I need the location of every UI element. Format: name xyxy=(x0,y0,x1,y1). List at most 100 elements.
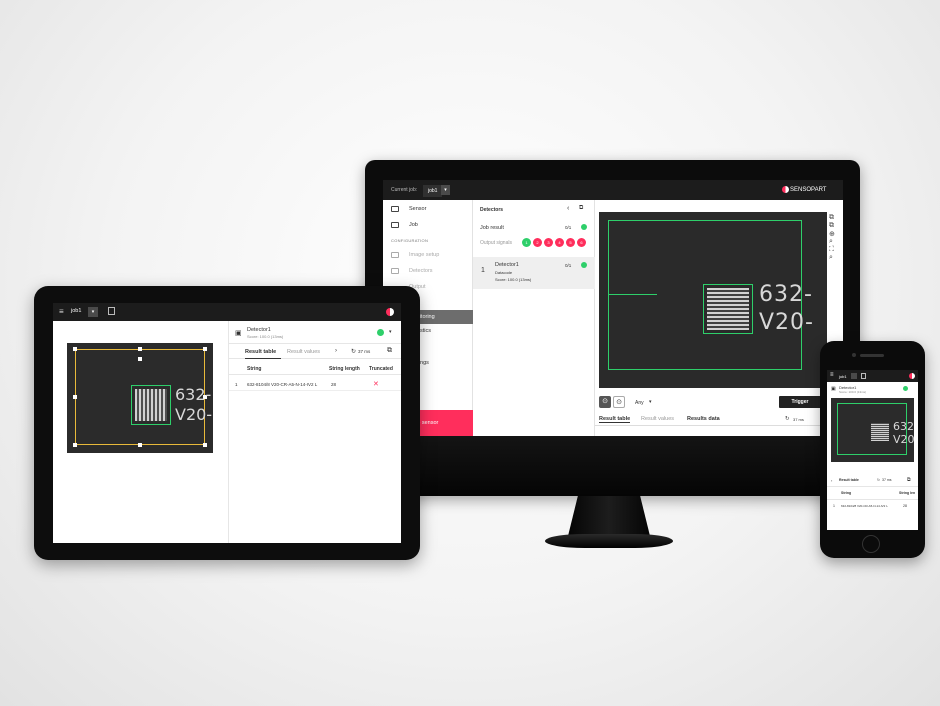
tablet-screen: ≡ job1 ▾ 632- V20- ▣ Detector1 Score: 10… xyxy=(53,303,401,543)
external-link-icon[interactable]: ⧉ xyxy=(387,347,392,355)
nav-item-detectors[interactable]: Detectors xyxy=(409,268,433,274)
monitor-stand-base xyxy=(545,534,673,548)
chevron-right-icon[interactable]: › xyxy=(335,348,337,354)
detector-type: Datacode xyxy=(495,270,513,275)
table-header: String String length Truncated xyxy=(229,361,401,375)
nav-section-configuration: CONFIGURATION xyxy=(391,238,429,243)
result-tabs: Result table Result values › ↻ 37 ms ⧉ xyxy=(229,343,401,359)
detector-ok-icon xyxy=(581,262,587,268)
phone-camera xyxy=(852,353,856,357)
collapse-icon[interactable]: ‹ xyxy=(567,205,569,212)
roi-handle[interactable] xyxy=(73,443,77,447)
roi-handle[interactable] xyxy=(138,347,142,351)
refresh-icon[interactable]: ↻ xyxy=(351,348,356,355)
row-index: 1 xyxy=(235,382,238,387)
divider xyxy=(827,486,918,487)
detector-score: Score: 100.0 (13ms) xyxy=(495,277,532,282)
tab-result-table[interactable]: Result table xyxy=(599,416,631,423)
record-icon[interactable]: ⊙ xyxy=(599,396,611,408)
tab-result-values[interactable]: Result values xyxy=(641,416,674,422)
phone-screen: ≡ job1 ▣ Detector1 Score: 100.0 (13ms) 6… xyxy=(827,370,918,530)
roi-handle[interactable] xyxy=(203,443,207,447)
col-string-length: String length xyxy=(329,366,360,372)
refresh-icon[interactable]: ↻ xyxy=(785,416,790,422)
search-icon[interactable]: ⌕ xyxy=(829,238,839,246)
detector-score: Score: 100.0 (13ms) xyxy=(839,390,867,394)
roi-handle[interactable] xyxy=(73,347,77,351)
timing-label: 37 ms xyxy=(882,478,892,482)
save-icon[interactable] xyxy=(861,373,866,379)
tab-result-table[interactable]: Result table xyxy=(839,478,859,482)
roi-handle[interactable] xyxy=(73,395,77,399)
sensopart-logo-icon xyxy=(909,373,915,379)
live-image[interactable]: 632- V20- xyxy=(599,212,827,388)
roi-handle[interactable] xyxy=(138,443,142,447)
any-select[interactable]: Any xyxy=(635,400,644,406)
tablet-image-panel: 632- V20- xyxy=(53,321,229,543)
detector-ok-icon xyxy=(377,329,384,336)
job-select[interactable]: job1 xyxy=(839,374,847,379)
roi-rotate-handle[interactable] xyxy=(138,357,142,361)
external-link-icon[interactable]: ⧉ xyxy=(907,477,911,483)
output-signal-6: 6 xyxy=(577,238,586,247)
search-arrow xyxy=(609,294,657,295)
timing-label: 37 ms xyxy=(793,417,804,422)
copy-icon[interactable]: ⧉ xyxy=(829,222,839,230)
trigger-button[interactable]: Trigger xyxy=(779,396,821,408)
save-icon[interactable] xyxy=(108,307,115,315)
nav-item-job[interactable]: Job xyxy=(409,222,418,228)
target-icon[interactable]: ⊙ xyxy=(613,396,625,408)
live-image[interactable]: 632- V20- xyxy=(831,398,914,462)
col-string-length: String len xyxy=(899,491,916,495)
output-signals-label: Output signals xyxy=(480,240,512,246)
etched-text-line1: 632- xyxy=(759,282,813,307)
tab-underline xyxy=(245,358,281,359)
nav-item-sensor[interactable]: Sensor xyxy=(409,206,426,212)
table-row[interactable]: 1 632-8104/8 V20-CR-A5-N-14-IV2 L 28 ✕ xyxy=(229,377,401,391)
monitor-screen: Current job: job1 ▾ SENSOPART Sensor Job… xyxy=(383,180,843,436)
monitor-chin xyxy=(365,436,860,496)
job-result-label: Job result xyxy=(480,225,504,231)
nav-item-image-setup[interactable]: Image setup xyxy=(409,252,439,258)
row-string: 632-8104/8 V20-CR-A5-N-14-IV2 L xyxy=(841,504,888,508)
external-link-icon[interactable]: ⧉ xyxy=(829,214,839,222)
chevron-left-icon[interactable]: ‹ xyxy=(831,478,832,483)
chevron-down-icon[interactable]: ▾ xyxy=(389,329,392,335)
tab-results-data[interactable]: Results data xyxy=(687,416,720,422)
monitor-stand-neck xyxy=(568,496,650,536)
job-select[interactable]: job1 xyxy=(423,185,443,197)
detector-name: Detector1 xyxy=(247,327,271,333)
menu-icon[interactable]: ≡ xyxy=(59,307,64,316)
tab-result-table[interactable]: Result table xyxy=(245,349,276,355)
refresh-icon[interactable]: ↻ xyxy=(877,478,880,482)
viewer-toolbar: ⧉ ⧉ ⊕ ⌕ ⛶ ⌕ xyxy=(829,214,839,262)
fit-icon[interactable]: ⛶ xyxy=(829,246,839,254)
zoom-in-icon[interactable]: ⊕ xyxy=(829,230,839,238)
external-link-icon[interactable]: ⧉ xyxy=(579,205,583,212)
detector-icon: ▣ xyxy=(235,330,242,337)
etched-text-line2: V20- xyxy=(759,310,814,335)
phone-home-button xyxy=(862,535,880,553)
result-tabs: Result table Result values Results data … xyxy=(595,414,839,426)
job-select[interactable]: job1 xyxy=(71,308,81,314)
chevron-down-icon[interactable] xyxy=(851,373,857,379)
roi-handle[interactable] xyxy=(203,347,207,351)
chevron-down-icon[interactable]: ▾ xyxy=(441,185,450,195)
detectors-panel: Detectors ‹ ⧉ Job result 0/1 Output sign… xyxy=(473,200,595,436)
output-signal-1: 1 xyxy=(522,238,531,247)
sensopart-logo-icon xyxy=(782,186,789,193)
chevron-down-icon[interactable]: ▾ xyxy=(88,307,98,317)
detector-row[interactable]: 1 Detector1 Datacode Score: 100.0 (13ms)… xyxy=(473,257,595,289)
current-job-label: Current job: xyxy=(391,187,418,193)
col-string: String xyxy=(841,491,852,495)
live-image[interactable]: 632- V20- xyxy=(67,343,213,453)
row-length: 28 xyxy=(903,504,907,508)
zoom-out-icon[interactable]: ⌕ xyxy=(829,254,839,262)
tab-result-values[interactable]: Result values xyxy=(287,349,320,355)
job-result-value: 0/1 xyxy=(565,225,572,230)
menu-icon[interactable]: ≡ xyxy=(830,372,834,378)
col-string: String xyxy=(247,366,262,372)
table-row[interactable]: 1 632-8104/8 V20-CR-A5-N-14-IV2 L 28 xyxy=(827,501,918,511)
image-viewer-panel: 632- V20- ⧉ ⧉ ⊕ ⌕ ⛶ ⌕ ⊙ ⊙ Any ▾ Trigger … xyxy=(595,200,843,436)
detector-ok-icon xyxy=(903,386,908,391)
